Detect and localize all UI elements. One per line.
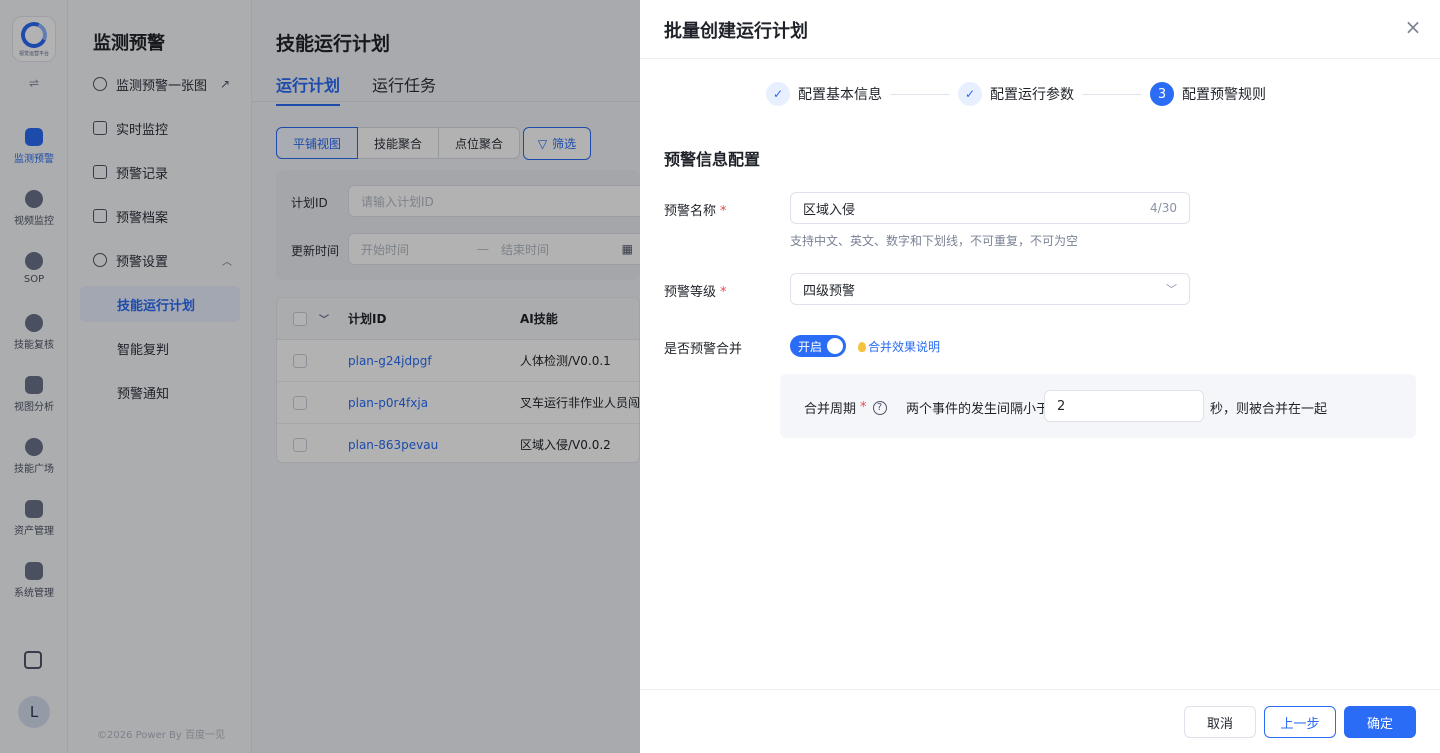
merge-period-panel: 合并周期 * ? 两个事件的发生间隔小于 2 秒，则被合并在一起 xyxy=(780,374,1416,438)
alert-level-label-text: 预警等级 xyxy=(664,285,717,300)
step-alert-rules: 3 配置预警规则 xyxy=(1150,82,1266,106)
confirm-button[interactable]: 确定 xyxy=(1344,706,1416,738)
step-label: 配置运行参数 xyxy=(990,87,1074,103)
step-basic-info: ✓ 配置基本信息 xyxy=(766,82,882,106)
batch-create-drawer: 批量创建运行计划 × ✓ 配置基本信息 ✓ 配置运行参数 3 配置预警规则 预警… xyxy=(640,0,1440,753)
stepper: ✓ 配置基本信息 ✓ 配置运行参数 3 配置预警规则 xyxy=(766,82,1266,106)
toggle-label: 开启 xyxy=(798,339,823,354)
alert-name-label-text: 预警名称 xyxy=(664,204,717,219)
previous-step-button[interactable]: 上一步 xyxy=(1264,706,1336,738)
close-icon[interactable]: × xyxy=(1402,16,1424,38)
check-icon: ✓ xyxy=(958,82,982,106)
step-label: 配置基本信息 xyxy=(798,87,882,103)
cancel-button[interactable]: 取消 xyxy=(1184,706,1256,738)
alert-name-value: 区域入侵 xyxy=(803,202,856,218)
header-divider xyxy=(640,58,1440,59)
toggle-knob xyxy=(827,338,843,354)
merge-toggle[interactable]: 开启 xyxy=(790,335,846,357)
modal-backdrop[interactable] xyxy=(0,0,640,753)
check-icon: ✓ xyxy=(766,82,790,106)
alert-level-value: 四级预警 xyxy=(803,283,856,299)
alert-name-hint: 支持中文、英文、数字和下划线，不可重复，不可为空 xyxy=(790,234,1079,248)
step-label: 配置预警规则 xyxy=(1182,87,1266,103)
merge-period-input[interactable]: 2 xyxy=(1044,390,1204,422)
lightbulb-icon xyxy=(858,341,866,352)
alert-level-label: 预警等级 * xyxy=(664,281,727,300)
chevron-down-icon: ﹀ xyxy=(1166,283,1177,296)
merge-label: 是否预警合并 xyxy=(664,342,743,357)
merge-period-value: 2 xyxy=(1057,398,1066,414)
required-mark: * xyxy=(720,204,727,219)
merge-period-text: 两个事件的发生间隔小于 xyxy=(906,402,1050,417)
step-number: 3 xyxy=(1150,82,1174,106)
footer-divider xyxy=(640,689,1440,690)
step-run-params: ✓ 配置运行参数 xyxy=(958,82,1074,106)
required-mark: * xyxy=(720,285,727,300)
section-title: 预警信息配置 xyxy=(664,150,761,169)
merge-period-label-text: 合并周期 xyxy=(804,402,857,417)
required-mark: * xyxy=(860,400,867,415)
help-icon[interactable]: ? xyxy=(872,400,887,415)
merge-period-label: 合并周期 * ? xyxy=(804,398,887,417)
merge-period-suffix: 秒，则被合并在一起 xyxy=(1210,402,1328,417)
drawer-title: 批量创建运行计划 xyxy=(664,21,808,42)
alert-name-input[interactable]: 区域入侵 4/30 xyxy=(790,192,1190,224)
alert-level-select[interactable]: 四级预警 ﹀ xyxy=(790,273,1190,305)
char-count: 4/30 xyxy=(1150,201,1177,215)
alert-name-label: 预警名称 * xyxy=(664,200,727,219)
step-connector xyxy=(1082,93,1142,95)
merge-help-text: 合并效果说明 xyxy=(868,340,941,354)
merge-help-link[interactable]: 合并效果说明 xyxy=(858,338,940,355)
step-connector xyxy=(890,93,950,95)
